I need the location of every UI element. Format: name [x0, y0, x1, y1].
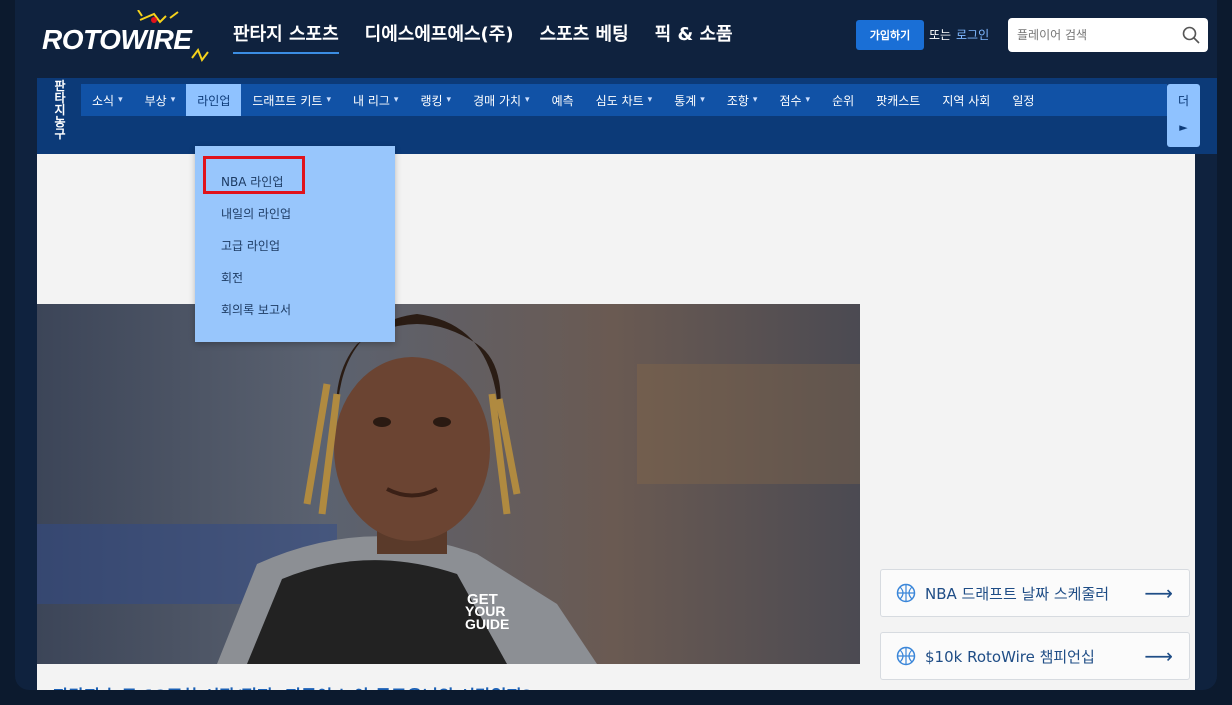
search-box	[1008, 18, 1208, 52]
chevron-down-icon: ▾	[647, 95, 653, 105]
sport-subnav: 판타지농구 소식 ▾ 부상 ▾ 라인업 드래프트 키트 ▾ 내 리그 ▾ 랭킹 ▾ 경매 가치 ▾ 예측 심…	[37, 78, 1217, 154]
subnav-item-3[interactable]: 드래프트 키트 ▾	[241, 84, 342, 116]
chevron-down-icon: ▾	[446, 95, 452, 105]
subnav-item-9[interactable]: 통계 ▾	[663, 84, 716, 116]
subnav-item-label: 부상	[144, 93, 167, 108]
subnav-item-label: 점수	[779, 93, 802, 108]
subnav-item-2[interactable]: 라인업	[186, 84, 242, 116]
more-arrow-icon: ►	[1179, 121, 1188, 134]
subnav-item-11[interactable]: 점수 ▾	[768, 84, 821, 116]
chevron-down-icon: ▾	[170, 95, 176, 105]
login-link[interactable]: 로그인	[956, 26, 989, 43]
lineups-dropdown-menu: NBA 라인업 내일의 라인업 고급 라인업 회전 회의록 보고서	[195, 146, 395, 342]
more-button[interactable]: 더 ►	[1167, 84, 1200, 147]
subnav-item-7[interactable]: 예측	[541, 84, 585, 116]
sidebar-link-label: $10k RotoWire 챔피언십	[925, 647, 1095, 666]
search-icon[interactable]	[1182, 26, 1200, 44]
main-nav-dfs[interactable]: 디에스에프에스(주)	[365, 20, 514, 54]
sidebar-link-draft-scheduler[interactable]: NBA 드래프트 날짜 스케줄러 ⟶	[880, 569, 1190, 617]
subnav-item-6[interactable]: 경매 가치 ▾	[462, 84, 541, 116]
dropdown-item-advanced-lineups[interactable]: 고급 라인업	[221, 237, 280, 254]
subnav-item-10[interactable]: 조항 ▾	[716, 84, 769, 116]
shirt-text-line-3: GUIDE	[465, 616, 509, 632]
player-photo: GET YOUR GUIDE	[37, 304, 860, 664]
subnav-item-label: 지역 사회	[942, 93, 991, 108]
subnav-item-0[interactable]: 소식 ▾	[81, 84, 134, 116]
subnav-item-label: 예측	[551, 93, 574, 108]
subnav-item-13[interactable]: 팟캐스트	[865, 84, 931, 116]
chevron-down-icon: ▾	[805, 95, 811, 105]
subnav-item-8[interactable]: 심도 차트 ▾	[585, 84, 664, 116]
top-header: ROTOWIRE 판타지 스포츠 디에스에프에스(주) 스포츠 베팅 픽 & 소…	[15, 0, 1217, 78]
main-nav-sports-betting[interactable]: 스포츠 베팅	[540, 20, 629, 54]
subnav-item-14[interactable]: 지역 사회	[931, 84, 1001, 116]
subnav-item-label: 랭킹	[420, 93, 443, 108]
hero-image[interactable]: GET YOUR GUIDE	[37, 304, 860, 664]
chevron-down-icon: ▾	[326, 95, 331, 105]
rotowire-logo[interactable]: ROTOWIRE	[42, 10, 212, 66]
subnav-bar: 소식 ▾ 부상 ▾ 라인업 드래프트 키트 ▾ 내 리그 ▾ 랭킹 ▾ 경매 가치 ▾ 예측 심도 차트 ▾ 통…	[81, 84, 1167, 116]
more-label: 더	[1177, 94, 1190, 108]
subnav-item-label: 조항	[726, 93, 749, 108]
logo-text: ROTOWIRE	[42, 24, 192, 55]
join-button[interactable]: 가입하기	[856, 20, 924, 50]
main-nav-picks-props[interactable]: 픽 & 소품	[655, 20, 733, 54]
subnav-item-5[interactable]: 랭킹 ▾	[409, 84, 462, 116]
subnav-item-label: 경매 가치	[473, 93, 522, 108]
section-label-vertical: 판타지농구	[54, 79, 66, 141]
basketball-icon	[896, 583, 916, 603]
dropdown-item-nba-lineups[interactable]: NBA 라인업	[221, 173, 283, 190]
sidebar-link-championship[interactable]: $10k RotoWire 챔피언십 ⟶	[880, 632, 1190, 680]
subnav-item-12[interactable]: 순위	[821, 84, 865, 116]
subnav-item-15[interactable]: 일정	[1001, 84, 1045, 116]
dropdown-item-rotation[interactable]: 회전	[221, 269, 243, 286]
subnav-item-label: 팟캐스트	[876, 93, 921, 108]
arrow-right-icon: ⟶	[1144, 644, 1173, 668]
subnav-item-label: 순위	[832, 93, 855, 108]
subnav-item-label: 내 리그	[352, 93, 390, 108]
search-input[interactable]	[1008, 18, 1177, 52]
chevron-down-icon: ▾	[525, 95, 530, 105]
main-nav: 판타지 스포츠 디에스에프에스(주) 스포츠 베팅 픽 & 소품	[233, 20, 733, 54]
arrow-right-icon: ⟶	[1144, 581, 1173, 605]
dropdown-item-minutes-report[interactable]: 회의록 보고서	[221, 301, 291, 318]
subnav-item-label: 일정	[1012, 93, 1035, 108]
main-nav-fantasy-sports[interactable]: 판타지 스포츠	[233, 20, 339, 54]
page-frame: ROTOWIRE 판타지 스포츠 디에스에프에스(주) 스포츠 베팅 픽 & 소…	[15, 0, 1217, 690]
subnav-item-label: 드래프트 키트	[252, 93, 323, 108]
dropdown-item-tomorrow-lineups[interactable]: 내일의 라인업	[221, 205, 291, 222]
subnav-item-label: 소식	[92, 93, 115, 108]
subnav-item-4[interactable]: 내 리그 ▾	[342, 84, 409, 116]
basketball-icon	[896, 646, 916, 666]
subnav-item-label: 통계	[674, 93, 697, 108]
or-text: 또는	[929, 28, 952, 42]
article-headline[interactable]: 판타지 농구 12주차 시작/정지: 지금이 노아 클로우니의 시간일까?	[53, 682, 532, 690]
subnav-item-label: 심도 차트	[595, 93, 644, 108]
subnav-item-label: 라인업	[197, 93, 231, 108]
chevron-down-icon: ▾	[393, 95, 399, 105]
sidebar-link-label: NBA 드래프트 날짜 스케줄러	[925, 584, 1110, 603]
chevron-down-icon: ▾	[700, 95, 705, 105]
chevron-down-icon: ▾	[118, 95, 123, 105]
chevron-down-icon: ▾	[752, 95, 758, 105]
subnav-item-1[interactable]: 부상 ▾	[134, 84, 187, 116]
